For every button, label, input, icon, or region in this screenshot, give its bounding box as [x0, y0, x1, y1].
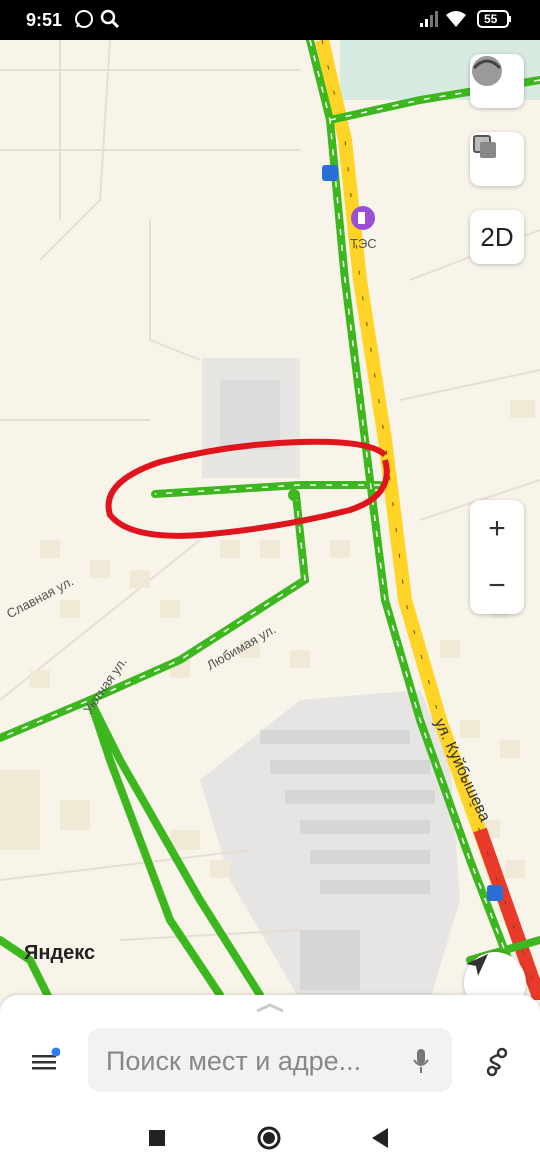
menu-icon [32, 1047, 61, 1070]
microphone-icon[interactable] [412, 1048, 430, 1074]
zoom-out-button[interactable]: − [470, 557, 524, 614]
traffic-layer-button[interactable] [470, 54, 524, 108]
poi-label-tes: ТЭС [350, 236, 377, 251]
sheet-handle-icon[interactable] [255, 1003, 285, 1013]
signal-icon [420, 11, 438, 27]
back-triangle-icon[interactable] [370, 1127, 390, 1149]
building [220, 380, 280, 450]
route-icon [486, 1047, 508, 1077]
mode-2d-button[interactable]: 2D [470, 210, 524, 264]
system-nav-bar [0, 1105, 540, 1170]
search-placeholder: Поиск мест и адре... [106, 1046, 362, 1076]
yandex-logo: Яндекс [24, 942, 96, 964]
routes-button[interactable] [480, 1045, 514, 1079]
traffic-icon [472, 56, 502, 86]
status-bar: 9:51 55 [0, 0, 540, 40]
layers-button[interactable] [470, 132, 524, 186]
zoom-in-button[interactable]: + [470, 500, 524, 557]
circle-icon[interactable] [256, 1125, 282, 1151]
map-canvas[interactable]: ТЭС Славная ул. Любимая ул. Уютная ул. у… [0, 40, 540, 1000]
map-graphics [0, 40, 540, 1000]
bottom-sheet[interactable]: Поиск мест и адре... [0, 995, 540, 1105]
square-icon[interactable] [148, 1129, 166, 1147]
road-junction [288, 489, 300, 501]
status-time: 9:51 [26, 10, 63, 30]
bus-stop-icon [487, 885, 503, 901]
layers-icon [473, 135, 496, 158]
navigation-arrow-icon [466, 954, 488, 976]
zoom-control: + − [470, 500, 524, 614]
whatsapp-icon [75, 10, 93, 28]
wifi-icon [446, 11, 466, 27]
search-icon [100, 9, 120, 29]
bus-stop-icon [322, 165, 338, 181]
battery-level: 55 [484, 12, 498, 26]
menu-button[interactable] [30, 1047, 61, 1077]
search-field[interactable]: Поиск мест и адре... [88, 1028, 452, 1092]
